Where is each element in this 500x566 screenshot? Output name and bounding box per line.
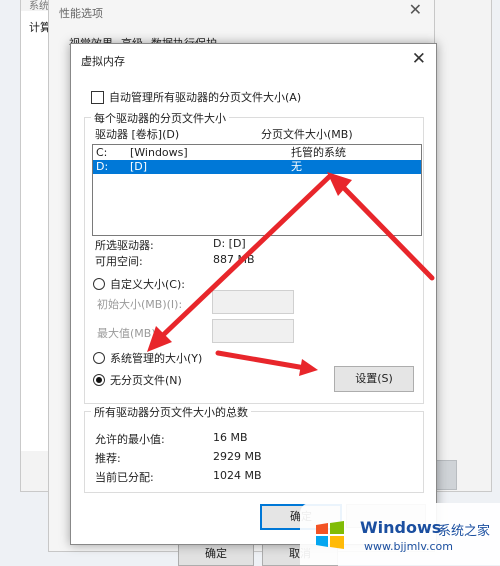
- perf-ok-button[interactable]: 确定: [178, 542, 254, 566]
- checkbox-icon[interactable]: [91, 90, 104, 104]
- system-managed-label: 系统管理的大小(Y): [110, 352, 203, 365]
- drive-list[interactable]: C: [Windows] 托管的系统 D: [D] 无: [92, 144, 422, 236]
- per-drive-legend: 每个驱动器的分页文件大小: [91, 110, 229, 126]
- auto-manage-label: 自动管理所有驱动器的分页文件大小(A): [109, 91, 302, 104]
- no-paging-radio[interactable]: 无分页文件(N): [93, 372, 182, 388]
- drive-volume-label: [Windows]: [130, 146, 188, 159]
- dialog-title: 虚拟内存: [81, 55, 125, 68]
- perf-window-title: 性能选项: [59, 7, 103, 20]
- set-button[interactable]: 设置(S): [334, 366, 414, 392]
- windows-logo-icon: [316, 521, 344, 549]
- virtual-memory-dialog: 虚拟内存 ✕ 自动管理所有驱动器的分页文件大小(A) 每个驱动器的分页文件大小 …: [70, 43, 437, 545]
- column-size-header: 分页文件大小(MB): [261, 128, 353, 141]
- max-size-input[interactable]: [212, 319, 294, 343]
- selected-drive-label: 所选驱动器:: [95, 239, 154, 252]
- drive-letter: D:: [96, 160, 109, 173]
- drive-volume-label: [D]: [130, 160, 148, 173]
- current-allocated-label: 当前已分配:: [95, 471, 154, 484]
- drive-letter: C:: [96, 146, 108, 159]
- drive-paging-size: 无: [291, 160, 302, 173]
- watermark-brand-cn: 系统之家: [438, 524, 491, 539]
- watermark-url: www.bjjmlv.com: [364, 540, 453, 553]
- custom-size-radio[interactable]: 自定义大小(C):: [93, 276, 185, 292]
- no-paging-label: 无分页文件(N): [110, 374, 182, 387]
- initial-size-label: 初始大小(MB)(I):: [97, 298, 183, 311]
- drive-paging-size: 托管的系统: [291, 146, 346, 159]
- watermark-badge: Windows 系统之家 www.bjjmlv.com: [300, 503, 500, 565]
- auto-manage-checkbox[interactable]: 自动管理所有驱动器的分页文件大小(A): [91, 89, 301, 105]
- drive-row-c[interactable]: C: [Windows] 托管的系统: [93, 146, 421, 160]
- recommended-label: 推荐:: [95, 452, 121, 465]
- system-managed-radio[interactable]: 系统管理的大小(Y): [93, 350, 202, 366]
- max-size-label: 最大值(MB): [97, 327, 156, 340]
- total-size-legend: 所有驱动器分页文件大小的总数: [91, 404, 251, 420]
- recommended-value: 2929 MB: [213, 450, 262, 463]
- min-allowed-label: 允许的最小值:: [95, 433, 165, 446]
- radio-selected-icon[interactable]: [93, 374, 105, 386]
- drive-row-d[interactable]: D: [D] 无: [93, 160, 421, 174]
- radio-icon[interactable]: [93, 278, 105, 290]
- perf-close-icon[interactable]: ✕: [409, 0, 422, 19]
- selected-drive-value: D: [D]: [213, 237, 246, 250]
- current-allocated-value: 1024 MB: [213, 469, 262, 482]
- watermark-brand: Windows: [360, 518, 442, 537]
- free-space-value: 887 MB: [213, 253, 255, 266]
- initial-size-input[interactable]: [212, 290, 294, 314]
- custom-size-label: 自定义大小(C):: [110, 278, 185, 291]
- dialog-close-icon[interactable]: ✕: [412, 49, 426, 69]
- free-space-label: 可用空间:: [95, 255, 143, 268]
- radio-icon[interactable]: [93, 352, 105, 364]
- min-allowed-value: 16 MB: [213, 431, 248, 444]
- column-drive-header: 驱动器 [卷标](D): [95, 128, 180, 141]
